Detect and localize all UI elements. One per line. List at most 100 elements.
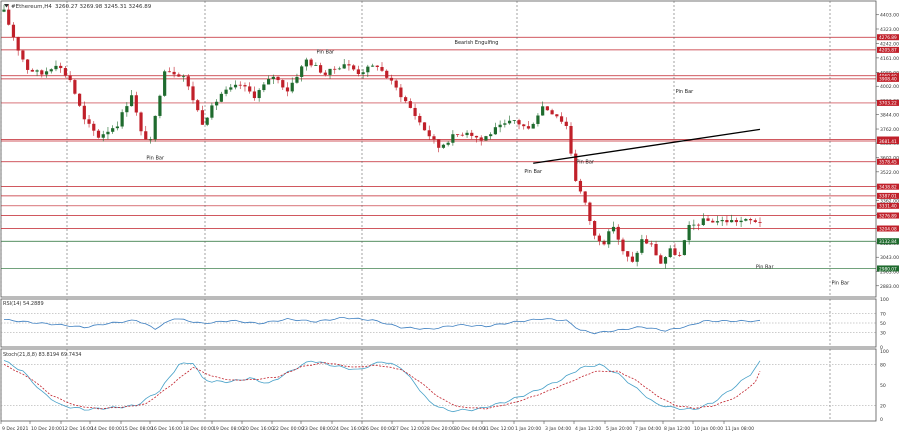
candle-body [640,239,644,253]
candle-body [602,241,606,245]
time-tick-label: 11 Jan 08:00 [725,426,754,432]
candle-body [734,220,738,223]
candle-body [498,124,502,128]
candle-body [172,71,176,75]
candle-body [649,243,653,245]
candle-body [607,231,611,245]
candle-body [739,220,743,223]
candle-body [285,87,290,92]
candle-body [456,134,460,136]
level-price-tag-label: 3276.89 [879,213,897,219]
time-tick-label: 18 Dec 00:00 [183,426,214,432]
candle-body [588,202,592,222]
candle-body [257,90,261,99]
candle-body [465,132,469,136]
candle-body [30,69,34,72]
candle-body [370,65,375,67]
candle-body [63,68,68,76]
candle-body [44,71,49,75]
pattern-label: Pin Bar [676,89,695,95]
candle-body [489,134,493,137]
candle-body [484,136,488,141]
candle-body [181,76,186,78]
candle-body [564,121,568,126]
candle-body [668,248,672,258]
candle-body [692,224,696,226]
candle-body [545,106,549,111]
time-tick-label: 16 Dec 16:00 [151,426,182,432]
price-tick-label: 3762.00 [880,127,899,133]
candle-body [21,50,25,60]
candle-body [309,59,313,66]
candle-body [352,65,356,70]
time-tick-label: 12 Dec 16:00 [62,426,93,432]
indicator-tick-label: 0 [880,417,883,423]
candle-body [125,106,129,113]
time-tick-label: 10 Dec 20:00 [31,426,62,432]
pattern-label: Bearish Engulfing [455,40,499,46]
time-tick-label: 22 Dec 00:00 [273,426,304,432]
candle-body [611,226,616,232]
forex-chart[interactable]: Pin Bar Bearish Engulfing Pin Bar Pin Bar Pi… [0,0,900,433]
candle-body [87,119,91,124]
candle-body [715,221,720,223]
candle-body [318,65,323,73]
candle-body [583,191,587,203]
candle-body [635,252,639,262]
candle-body [418,115,422,123]
price-tick-label: 4403.00 [880,13,899,19]
candle-body [413,107,417,116]
candle-body [281,80,285,88]
candle-body [59,65,63,69]
candle-body [399,87,403,98]
candle-body [323,72,327,75]
level-price-tag-label: 3132.84 [879,239,897,245]
candle-body [229,87,233,90]
price-tick-label: 3522.00 [880,170,899,176]
time-tick-label: 27 Dec 12:00 [393,426,424,432]
candle-body [300,66,304,77]
candle-body [267,79,271,85]
candle-body [304,59,308,67]
level-price-tag-label: 3204.08 [879,226,897,232]
candle-body [290,82,294,92]
candle-body [437,139,441,148]
candle-body [49,69,53,72]
candle-body [210,105,214,118]
candle-body [158,95,162,116]
candle-body [493,127,497,135]
candle-body [96,130,101,138]
candle-body [626,251,630,257]
level-price-tag-label: 3387.01 [879,194,897,200]
candle-body [578,180,583,192]
candle-body [730,220,734,223]
candle-body [503,123,507,125]
candle-body [111,128,115,132]
candle-body [559,116,564,122]
level-price-tag-label: 3578.45 [879,160,897,166]
candle-body [720,220,724,222]
level-price-tag-label: 4205.87 [879,48,897,54]
indicator-tick-label: 30 [880,331,886,337]
candle-body [120,112,124,127]
candle-body [177,74,181,77]
candle-body [394,80,398,88]
candle-body [314,65,318,66]
candle-body [673,248,677,255]
pattern-label: Pin Bar [316,50,335,56]
candle-body [54,65,58,70]
candle-body [474,135,479,138]
candle-body [593,221,597,236]
time-tick-label: 3 Jan 04:00 [545,426,571,432]
candle-body [233,84,238,88]
stochastic-title: Stoch(21,8,8) 83.8194 69.7434 [3,352,81,358]
candle-body [522,124,526,127]
indicator-tick-label: 100 [880,297,889,303]
candle-body [186,76,190,87]
indicator-tick-label: 20 [880,403,886,409]
candle-body [129,95,134,107]
candle-body [408,101,412,108]
price-tick-label: 4323.00 [880,27,899,33]
candle-body [725,220,729,223]
indicator-tick-label: 50 [880,321,886,327]
